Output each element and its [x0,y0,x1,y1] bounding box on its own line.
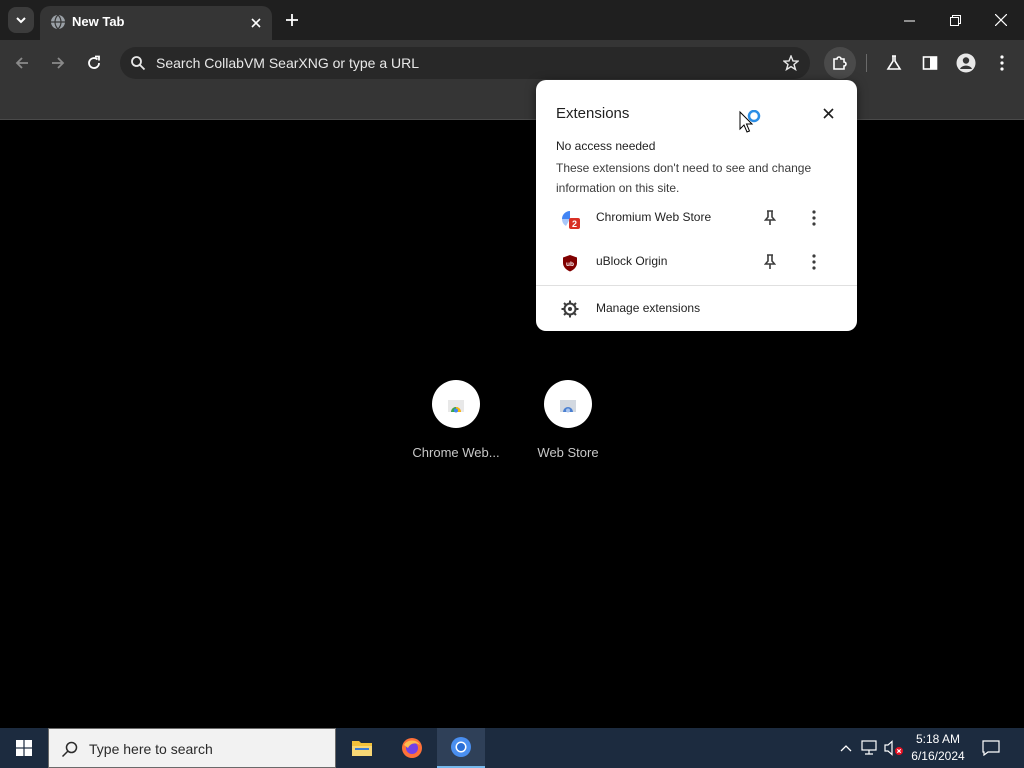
minimize-button[interactable] [886,0,932,40]
bookmark-star-button[interactable] [780,52,802,74]
profile-button[interactable] [952,49,980,77]
tab-search-button[interactable] [8,7,34,33]
ublock-icon-text: ub [566,261,574,268]
windows-logo-icon [16,740,32,756]
taskbar-clock[interactable]: 5:18 AM 6/16/2024 [906,731,970,765]
extensions-button[interactable] [824,47,856,79]
search-icon [131,56,146,71]
reload-icon [88,55,100,69]
manage-extensions-label: Manage extensions [596,301,701,315]
chrome-web-store-icon [448,400,464,413]
shortcut-label: Chrome Web... [412,445,500,460]
globe-icon [51,14,65,30]
section-heading: No access needed [556,139,656,153]
side-panel-icon [922,56,938,70]
chevron-up-icon [840,745,852,752]
taskbar-search-placeholder: Type here to search [89,741,213,757]
menu-button[interactable] [988,49,1016,77]
taskbar-chromium[interactable] [437,728,485,768]
ublock-origin-icon: ub [563,255,577,272]
new-tab-page: Chrome Web... Web Store [0,120,1024,728]
shortcut-tile-web-store[interactable]: Web Store [513,380,623,460]
clock-date: 6/16/2024 [911,749,965,763]
search-icon [61,741,78,758]
start-button[interactable] [0,728,48,768]
extension-name: Chromium Web Store [596,210,712,224]
taskbar: Type here to search 5:18 AM 6/16/2024 [0,728,1024,768]
extension-name: uBlock Origin [596,254,668,268]
tab-new-tab[interactable]: New Tab [40,6,272,40]
pin-button[interactable] [760,208,780,228]
volume-muted-icon [884,740,903,756]
network-icon [861,740,877,755]
more-vertical-icon [1000,55,1004,71]
chromium-icon [451,737,471,757]
shortcut-icon-circle [432,380,480,428]
notification-center-button[interactable] [978,736,1004,760]
toolbar: Search CollabVM SearXNG or type a URL [0,40,1024,86]
arrow-left-icon [15,57,28,69]
taskbar-firefox[interactable] [388,728,436,768]
star-icon [783,55,799,71]
mouse-cursor-icon [739,110,761,133]
toolbar-divider [866,54,867,72]
arrow-right-icon [52,57,65,69]
folder-icon [352,741,372,756]
close-icon [995,14,1007,26]
chevron-down-icon [16,17,26,24]
restore-button[interactable] [932,0,978,40]
taskbar-file-explorer[interactable] [338,728,386,768]
forward-button[interactable] [44,49,72,77]
shortcut-label: Web Store [537,445,599,460]
more-vertical-icon [812,210,816,226]
notification-icon [982,740,1000,756]
pin-icon [764,254,776,269]
labs-button[interactable] [880,49,908,77]
tray-overflow-button[interactable] [836,738,856,758]
extension-menu-button[interactable] [804,208,824,228]
tab-title: New Tab [72,14,125,29]
minimize-icon [903,20,915,21]
omnibox[interactable]: Search CollabVM SearXNG or type a URL [120,47,810,79]
restore-icon [949,14,961,26]
more-vertical-icon [812,254,816,270]
plus-icon [286,14,298,26]
shortcut-icon-circle [544,380,592,428]
close-icon [822,107,834,119]
close-icon [251,18,261,28]
pin-button[interactable] [760,252,780,272]
puzzle-icon [833,56,847,70]
taskbar-search-box[interactable]: Type here to search [48,728,336,768]
extension-item-chromium-web-store[interactable]: 2 Chromium Web Store [536,196,857,240]
firefox-icon [402,738,422,758]
clock-time: 5:18 AM [915,732,961,746]
popup-title: Extensions [556,105,630,122]
close-window-button[interactable] [978,0,1024,40]
new-tab-button[interactable] [280,8,304,32]
tray-network-button[interactable] [860,738,880,758]
extension-item-ublock-origin[interactable]: ub uBlock Origin [536,240,857,284]
side-panel-button[interactable] [916,49,944,77]
extension-badge: 2 [572,219,577,229]
avatar-icon [956,53,976,73]
bookmark-bar [0,86,1024,120]
extension-menu-button[interactable] [804,252,824,272]
web-store-icon [560,400,576,413]
title-bar: New Tab [0,0,1024,40]
manage-extensions-button[interactable]: Manage extensions [536,286,857,330]
omnibox-placeholder: Search CollabVM SearXNG or type a URL [156,55,419,71]
pin-icon [764,210,776,225]
tab-close-button[interactable] [246,13,266,33]
back-button[interactable] [8,49,36,77]
flask-icon [886,55,902,70]
tray-volume-button[interactable] [884,738,904,758]
chromium-web-store-icon: 2 [561,211,580,229]
popup-close-button[interactable] [817,102,839,124]
gear-icon [561,300,579,318]
reload-button[interactable] [80,49,108,77]
section-description: These extensions don't need to see and c… [556,161,812,195]
extensions-popup: Extensions No access needed These extens… [536,80,857,331]
shortcut-tile-chrome-web-store[interactable]: Chrome Web... [401,380,511,460]
